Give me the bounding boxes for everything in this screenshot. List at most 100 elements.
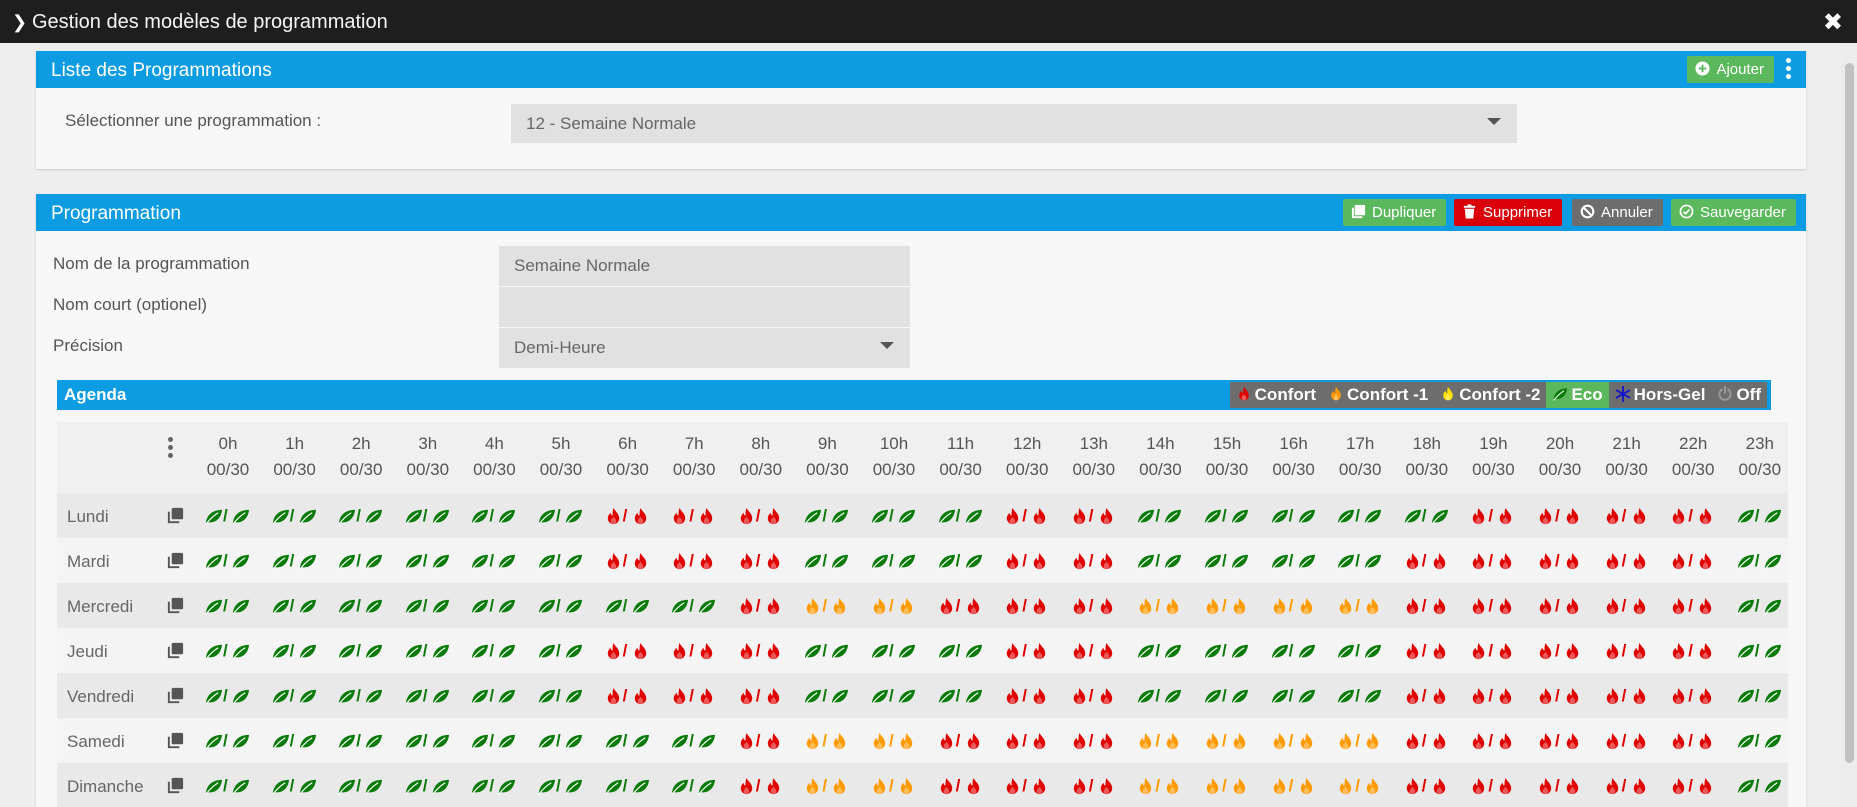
time-slot[interactable]: / — [870, 595, 918, 617]
precision-select[interactable]: Demi-Heure — [499, 328, 910, 369]
time-slot[interactable]: / — [1003, 775, 1051, 797]
program-select[interactable]: 12 - Semaine Normale — [511, 104, 1517, 144]
time-slot[interactable]: / — [1203, 775, 1251, 797]
time-slot[interactable]: / — [1736, 775, 1784, 797]
time-slot[interactable]: / — [870, 775, 918, 797]
time-slot[interactable]: / — [803, 505, 851, 527]
add-button[interactable]: Ajouter — [1687, 56, 1774, 83]
time-slot[interactable]: / — [1469, 730, 1517, 752]
time-slot[interactable]: / — [1736, 595, 1784, 617]
time-slot[interactable]: / — [1536, 685, 1584, 707]
time-slot[interactable]: / — [404, 685, 452, 707]
time-slot[interactable]: / — [1603, 595, 1651, 617]
time-slot[interactable]: / — [537, 595, 585, 617]
time-slot[interactable]: / — [1270, 505, 1318, 527]
time-slot[interactable]: / — [670, 685, 718, 707]
close-icon[interactable]: ✖ — [1823, 8, 1843, 37]
time-slot[interactable]: / — [870, 505, 918, 527]
copy-day-icon[interactable] — [166, 596, 185, 615]
time-slot[interactable]: / — [937, 640, 985, 662]
time-slot[interactable]: / — [404, 595, 452, 617]
time-slot[interactable]: / — [1003, 505, 1051, 527]
time-slot[interactable]: / — [1336, 685, 1384, 707]
time-slot[interactable]: / — [1603, 505, 1651, 527]
time-slot[interactable]: / — [1070, 730, 1118, 752]
scrollbar[interactable] — [1841, 43, 1857, 807]
time-slot[interactable]: / — [1403, 730, 1451, 752]
time-slot[interactable]: / — [737, 730, 785, 752]
time-slot[interactable]: / — [537, 550, 585, 572]
time-slot[interactable]: / — [1270, 775, 1318, 797]
time-slot[interactable]: / — [1336, 550, 1384, 572]
time-slot[interactable]: / — [937, 550, 985, 572]
time-slot[interactable]: / — [1203, 685, 1251, 707]
time-slot[interactable]: / — [737, 775, 785, 797]
time-slot[interactable]: / — [1136, 685, 1184, 707]
time-slot[interactable]: / — [337, 775, 385, 797]
time-slot[interactable]: / — [737, 505, 785, 527]
time-slot[interactable]: / — [1336, 775, 1384, 797]
time-slot[interactable]: / — [737, 550, 785, 572]
time-slot[interactable]: / — [404, 730, 452, 752]
time-slot[interactable]: / — [1669, 595, 1717, 617]
delete-button[interactable]: Supprimer — [1454, 199, 1563, 226]
time-slot[interactable]: / — [737, 685, 785, 707]
time-slot[interactable]: / — [1669, 685, 1717, 707]
time-slot[interactable]: / — [670, 640, 718, 662]
time-slot[interactable]: / — [271, 775, 319, 797]
time-slot[interactable]: / — [1070, 595, 1118, 617]
time-slot[interactable]: / — [937, 505, 985, 527]
time-slot[interactable]: / — [404, 640, 452, 662]
time-slot[interactable]: / — [1669, 550, 1717, 572]
time-slot[interactable]: / — [604, 550, 652, 572]
time-slot[interactable]: / — [470, 595, 518, 617]
time-slot[interactable]: / — [537, 505, 585, 527]
time-slot[interactable]: / — [670, 595, 718, 617]
time-slot[interactable]: / — [337, 505, 385, 527]
time-slot[interactable]: / — [1070, 640, 1118, 662]
time-slot[interactable]: / — [1203, 730, 1251, 752]
time-slot[interactable]: / — [271, 685, 319, 707]
time-slot[interactable]: / — [1403, 775, 1451, 797]
save-button[interactable]: Sauvegarder — [1671, 199, 1796, 226]
time-slot[interactable]: / — [1403, 595, 1451, 617]
time-slot[interactable]: / — [337, 685, 385, 707]
time-slot[interactable]: / — [604, 640, 652, 662]
time-slot[interactable]: / — [204, 775, 252, 797]
time-slot[interactable]: / — [1469, 775, 1517, 797]
time-slot[interactable]: / — [204, 550, 252, 572]
time-slot[interactable]: / — [1603, 550, 1651, 572]
time-slot[interactable]: / — [1736, 685, 1784, 707]
time-slot[interactable]: / — [1603, 685, 1651, 707]
time-slot[interactable]: / — [1536, 550, 1584, 572]
time-slot[interactable]: / — [1736, 505, 1784, 527]
time-slot[interactable]: / — [604, 730, 652, 752]
time-slot[interactable]: / — [271, 595, 319, 617]
time-slot[interactable]: / — [1336, 730, 1384, 752]
time-slot[interactable]: / — [537, 685, 585, 707]
time-slot[interactable]: / — [1270, 550, 1318, 572]
copy-day-icon[interactable] — [166, 551, 185, 570]
time-slot[interactable]: / — [470, 550, 518, 572]
copy-day-icon[interactable] — [166, 686, 185, 705]
time-slot[interactable]: / — [803, 640, 851, 662]
time-slot[interactable]: / — [1336, 595, 1384, 617]
time-slot[interactable]: / — [1070, 550, 1118, 572]
time-slot[interactable]: / — [1136, 595, 1184, 617]
time-slot[interactable]: / — [670, 775, 718, 797]
time-slot[interactable]: / — [670, 730, 718, 752]
time-slot[interactable]: / — [1469, 595, 1517, 617]
cancel-button[interactable]: Annuler — [1572, 199, 1663, 226]
time-slot[interactable]: / — [1736, 730, 1784, 752]
time-slot[interactable]: / — [1136, 775, 1184, 797]
time-slot[interactable]: / — [404, 505, 452, 527]
time-slot[interactable]: / — [1003, 595, 1051, 617]
copy-day-icon[interactable] — [166, 776, 185, 795]
time-slot[interactable]: / — [1270, 595, 1318, 617]
time-slot[interactable]: / — [803, 550, 851, 572]
time-slot[interactable]: / — [1136, 505, 1184, 527]
time-slot[interactable]: / — [1136, 550, 1184, 572]
time-slot[interactable]: / — [337, 640, 385, 662]
time-slot[interactable]: / — [1203, 550, 1251, 572]
time-slot[interactable]: / — [1669, 505, 1717, 527]
